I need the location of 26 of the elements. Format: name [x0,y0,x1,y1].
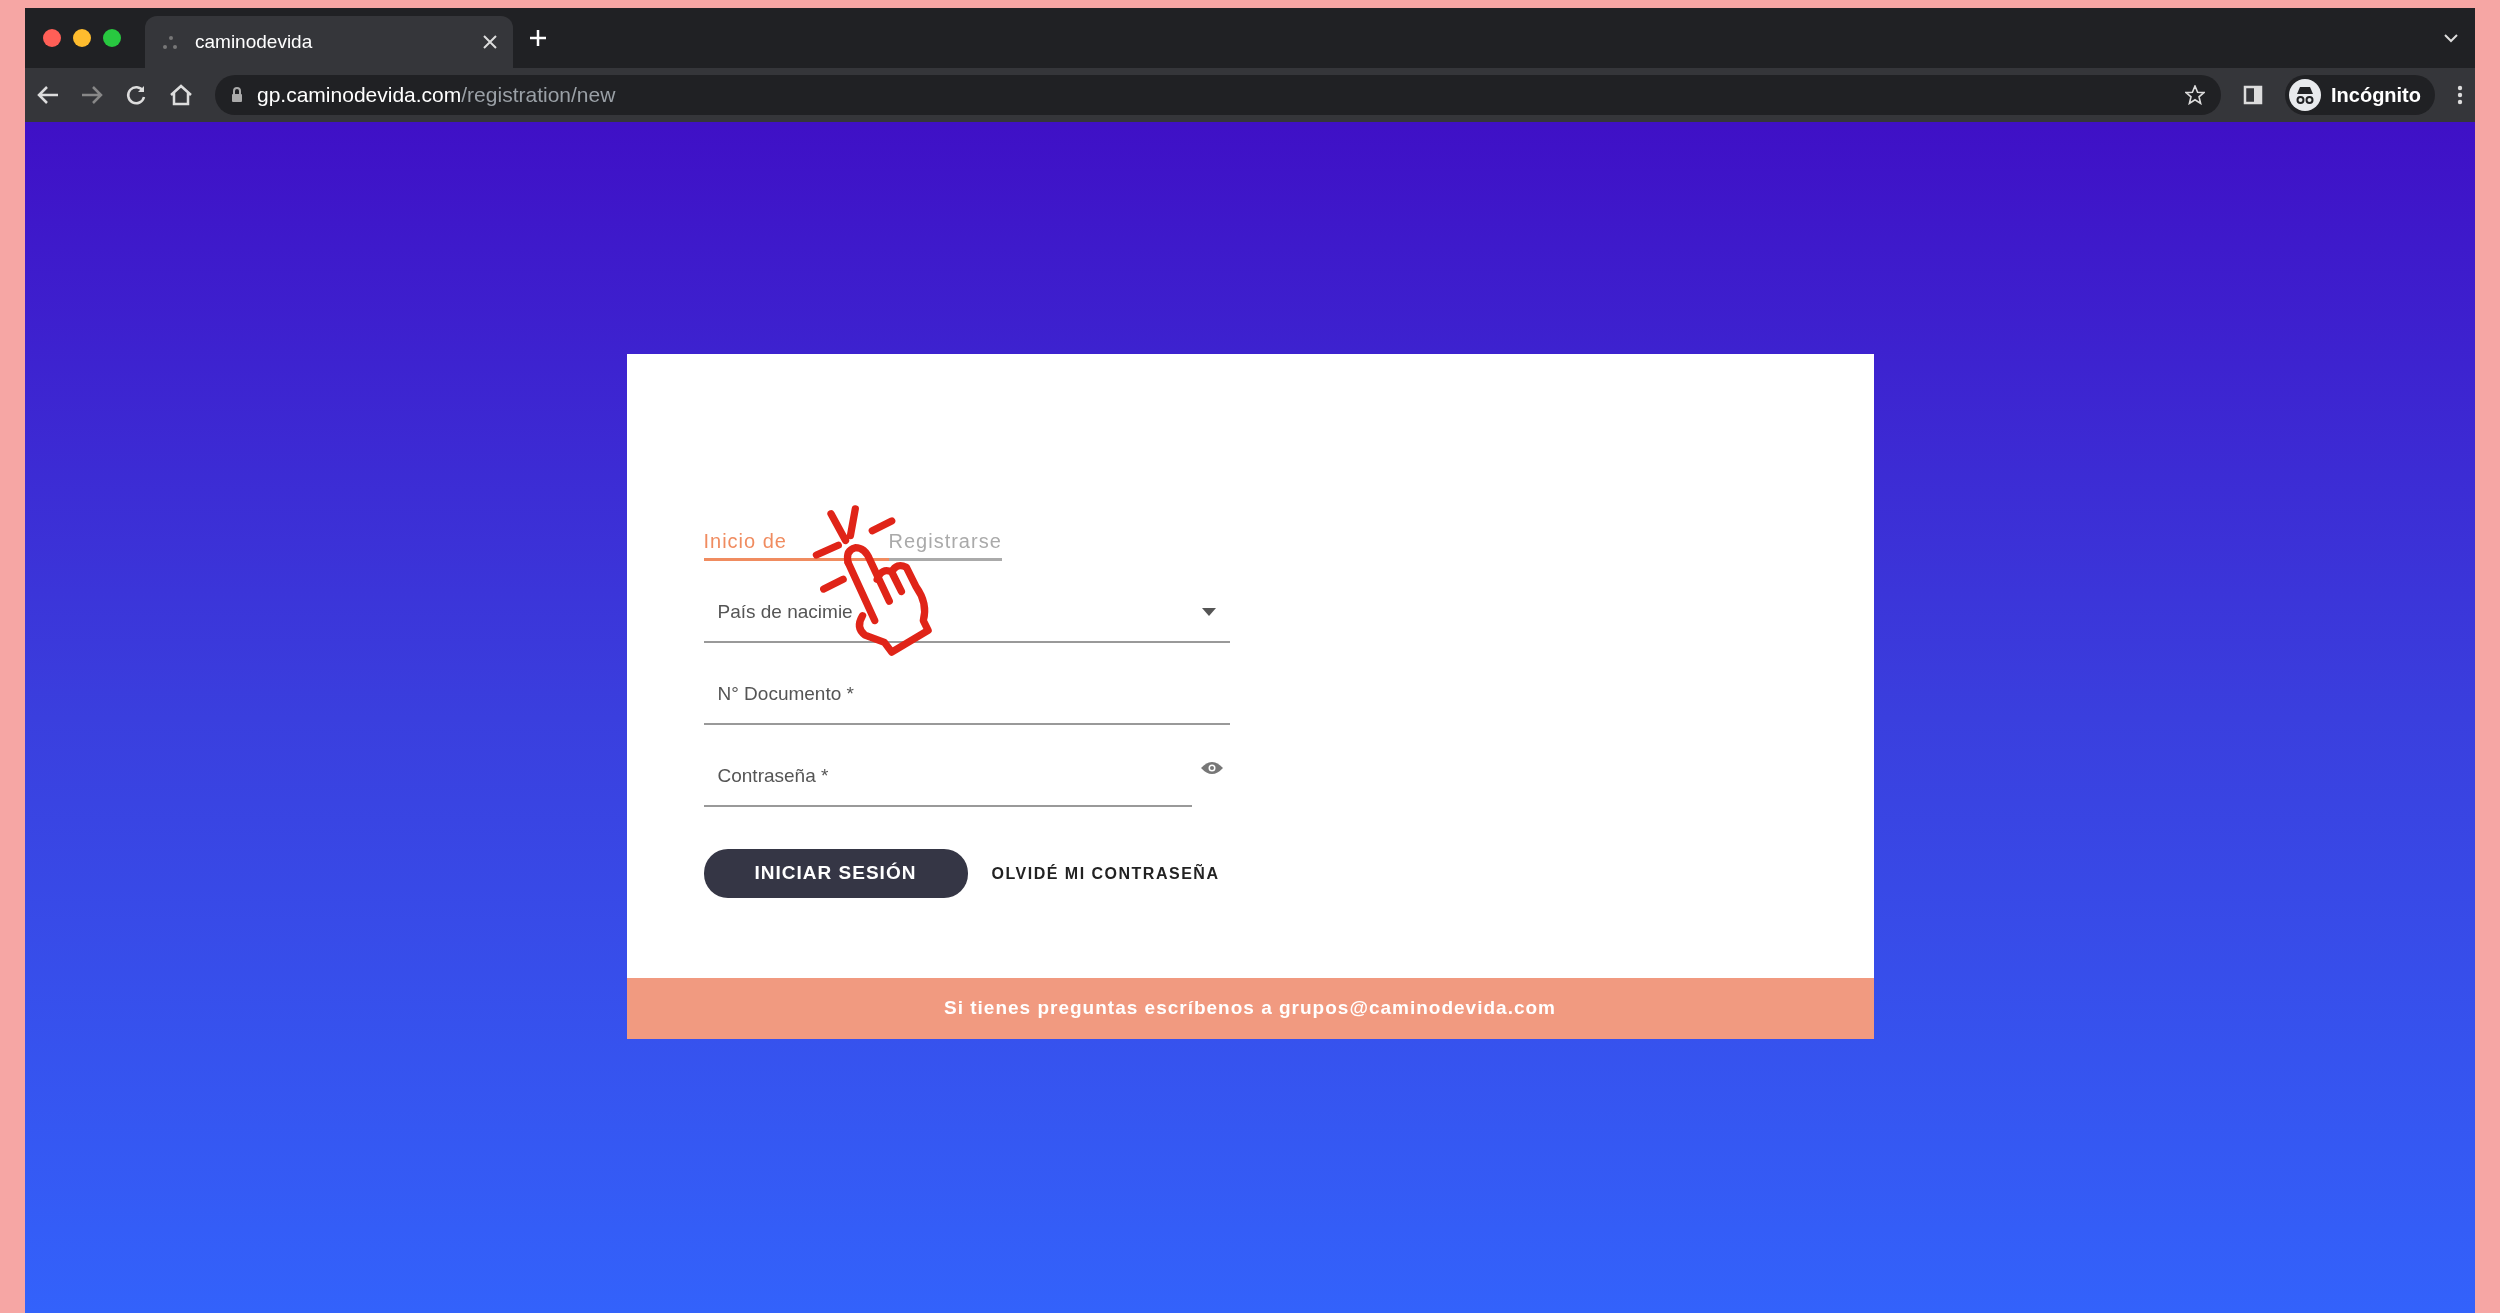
reload-icon[interactable] [125,84,147,106]
minimize-window-icon[interactable] [73,29,91,47]
site-favicon-icon [161,33,179,51]
side-panel-icon[interactable] [2243,85,2263,105]
login-button[interactable]: INICIAR SESIÓN [703,849,968,898]
forward-icon[interactable] [81,85,103,105]
incognito-icon [2289,79,2321,111]
new-tab-icon[interactable] [529,29,547,47]
tab-title: caminodevida [195,29,314,54]
chevron-down-icon[interactable] [2443,33,2459,43]
menu-icon[interactable] [2457,85,2463,105]
footer-contact-text: Si tienes preguntas escríbenos a grupos@caminodevida.com [626,978,1874,1039]
eye-icon[interactable] [1199,760,1224,776]
dropdown-caret-icon [1201,608,1216,616]
address-bar[interactable]: gp.caminodevida.com/registration/new [215,75,2221,115]
forgot-password-link[interactable]: OLVIDÉ MI CONTRASEÑA [991,861,1220,886]
close-window-icon[interactable] [43,29,61,47]
browser-tab[interactable]: caminodevida [145,16,513,68]
back-icon[interactable] [37,85,59,105]
lock-icon [231,87,243,103]
maximize-window-icon[interactable] [103,29,121,47]
star-icon[interactable] [2185,85,2205,105]
url-text: gp.caminodevida.com/registration/new [257,82,616,109]
profile-button[interactable]: Incógnito [2285,75,2435,115]
home-icon[interactable] [169,84,193,106]
close-tab-icon[interactable] [483,35,497,49]
